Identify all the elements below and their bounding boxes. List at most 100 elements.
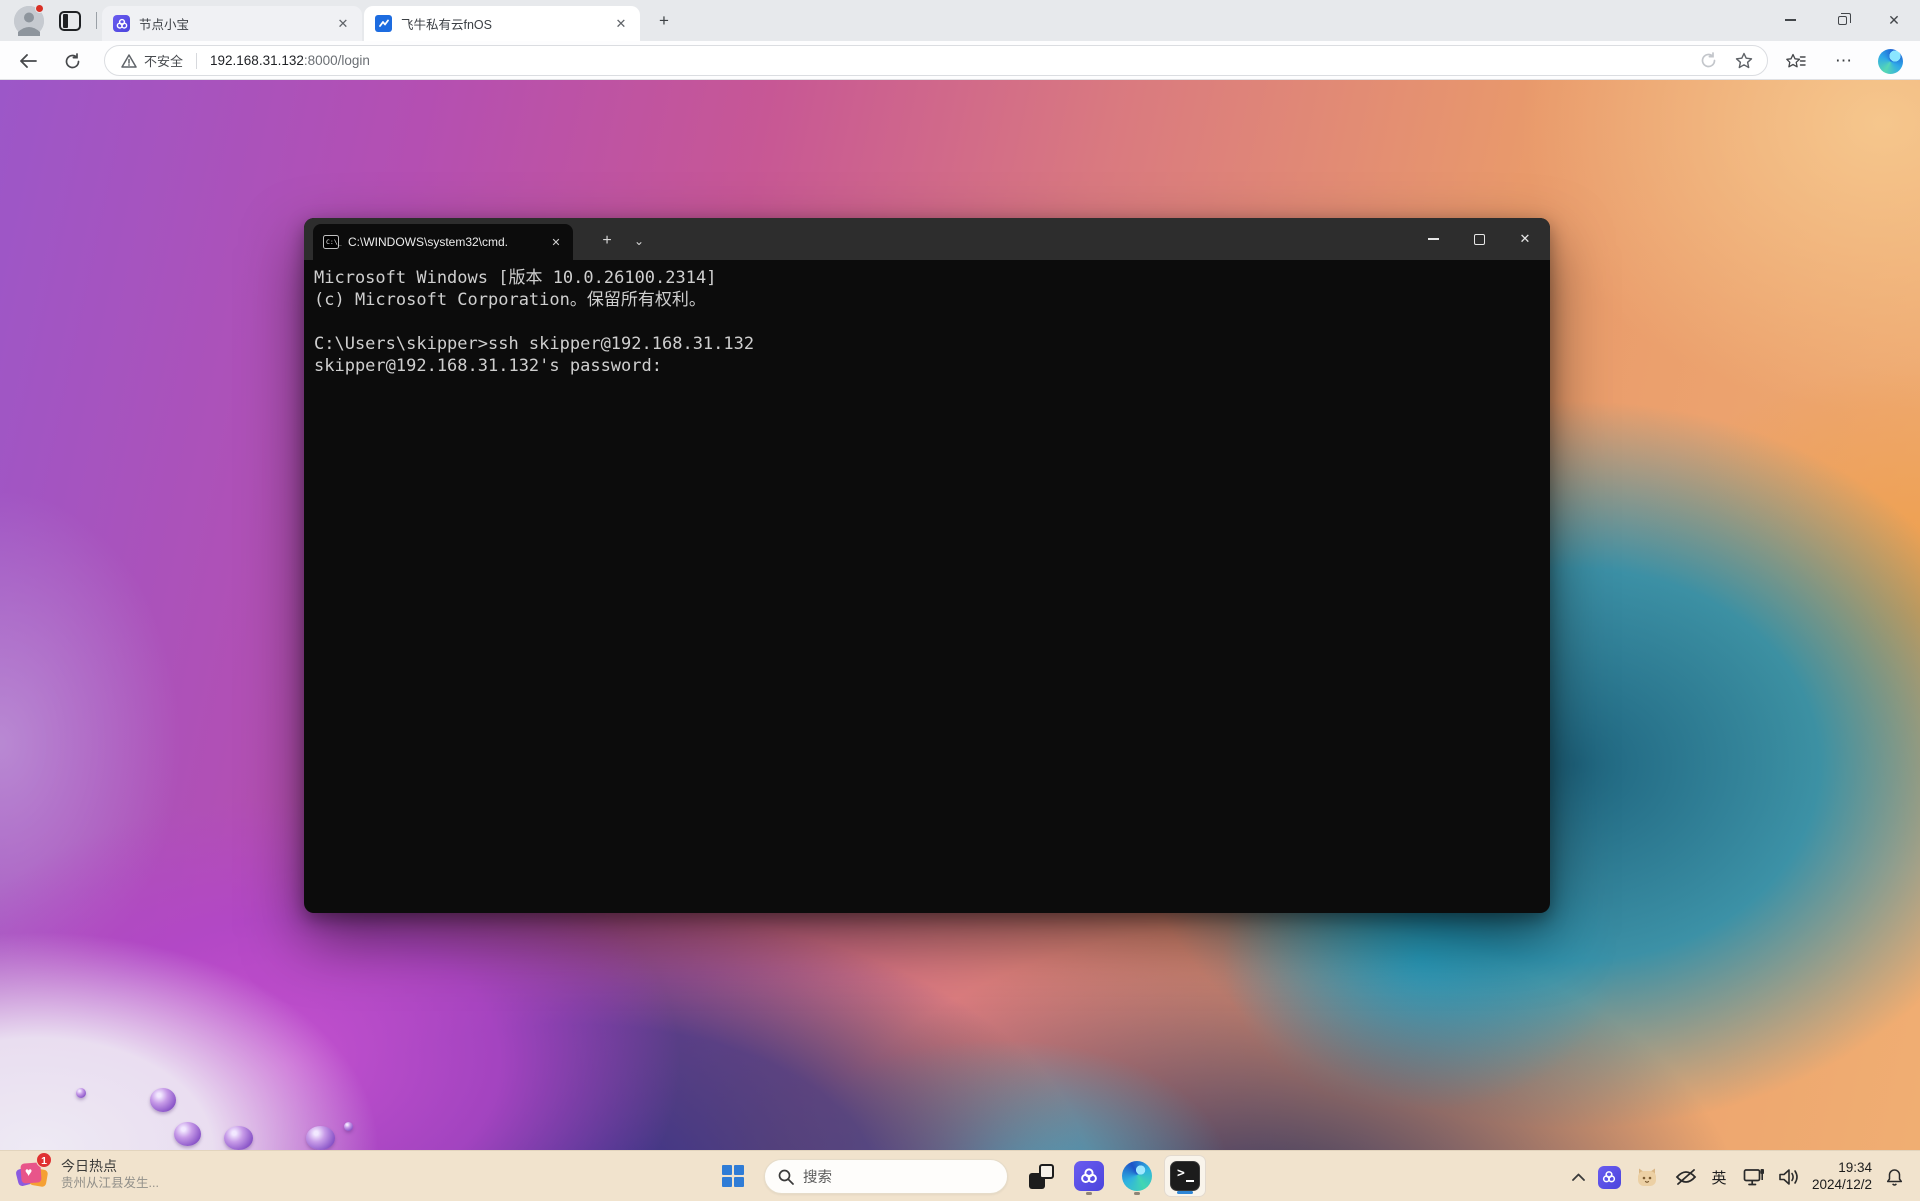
- task-view-icon: [1029, 1164, 1054, 1189]
- ime-language-indicator[interactable]: 英: [1706, 1163, 1732, 1191]
- new-tab-button[interactable]: +: [652, 9, 676, 33]
- minimize-icon: [1785, 19, 1796, 20]
- terminal-line: C:\Users\skipper>ssh skipper@192.168.31.…: [314, 333, 1540, 355]
- sync-disabled-icon[interactable]: [1700, 52, 1717, 69]
- tab-close-icon[interactable]: ✕: [612, 15, 630, 33]
- terminal-line: [314, 311, 1540, 333]
- terminal-line: skipper@192.168.31.132's password:: [314, 355, 1540, 377]
- back-arrow-icon: [19, 54, 37, 68]
- jiedianxiaobao-app-icon: [1074, 1161, 1104, 1191]
- terminal-window-controls: ✕: [1410, 218, 1548, 260]
- droplet: [150, 1088, 176, 1112]
- terminal-line: (c) Microsoft Corporation。保留所有权利。: [314, 289, 1540, 311]
- taskbar-app-terminal[interactable]: >: [1164, 1155, 1206, 1197]
- desktop: 节点小宝 ✕ 飞牛私有云fnOS ✕ + ✕: [0, 0, 1920, 1201]
- tab-separator: [96, 12, 97, 29]
- terminal-tab-dropdown-icon[interactable]: ⌄: [626, 226, 652, 256]
- tab-fnos[interactable]: 飞牛私有云fnOS ✕: [364, 6, 640, 41]
- not-secure-warning-icon: [121, 54, 137, 68]
- terminal-tab-close-icon[interactable]: ✕: [547, 236, 565, 249]
- clock-date: 2024/12/2: [1802, 1176, 1872, 1193]
- windows-logo-icon: [722, 1165, 744, 1187]
- url-host: 192.168.31.132: [210, 53, 304, 68]
- terminal-window: C:\_ C:\WINDOWS\system32\cmd. ✕ + ⌄ ✕ Mi…: [304, 218, 1550, 913]
- minimize-icon: [1428, 238, 1439, 239]
- running-indicator: [1134, 1192, 1140, 1195]
- bell-icon: [1886, 1168, 1903, 1186]
- taskbar: ♥ 1 今日热点 贵州从江县发生... 搜索: [0, 1150, 1920, 1201]
- volume-button[interactable]: [1774, 1163, 1804, 1191]
- ethernet-network-icon: [1743, 1168, 1765, 1187]
- terminal-tab-title: C:\WINDOWS\system32\cmd.: [348, 235, 541, 249]
- cmd-icon: C:\_: [323, 235, 339, 249]
- browser-close-button[interactable]: ✕: [1868, 0, 1920, 40]
- url-suffix: :8000/login: [304, 53, 370, 68]
- copilot-icon[interactable]: [1878, 49, 1903, 74]
- tray-jiedianxiaobao-icon[interactable]: [1596, 1163, 1622, 1191]
- terminal-output[interactable]: Microsoft Windows [版本 10.0.26100.2314] (…: [304, 260, 1550, 913]
- active-running-indicator: [1177, 1191, 1193, 1194]
- fnos-favicon-icon: [375, 15, 392, 32]
- task-view-button[interactable]: [1020, 1155, 1062, 1197]
- notifications-button[interactable]: [1880, 1163, 1908, 1191]
- security-label: 不安全: [144, 51, 183, 70]
- terminal-app-icon: >: [1170, 1161, 1200, 1191]
- browser-tab-bar: 节点小宝 ✕ 飞牛私有云fnOS ✕ + ✕: [0, 0, 1920, 41]
- start-button[interactable]: [712, 1155, 754, 1197]
- tray-show-hidden-icons-button[interactable]: [1566, 1163, 1590, 1191]
- droplet: [76, 1088, 86, 1098]
- terminal-title-bar[interactable]: C:\_ C:\WINDOWS\system32\cmd. ✕ + ⌄ ✕: [304, 218, 1550, 260]
- favorites-list-icon: [1786, 53, 1806, 70]
- heart-icon: ♥: [25, 1165, 32, 1179]
- news-widget-button[interactable]: ♥ 1 今日热点 贵州从江县发生...: [16, 1156, 159, 1192]
- droplet: [306, 1126, 335, 1150]
- browser-window-controls: ✕: [1764, 0, 1920, 40]
- address-separator: [196, 53, 197, 69]
- clock-time: 19:34: [1802, 1159, 1872, 1176]
- edge-icon: [1122, 1161, 1152, 1191]
- refresh-icon: [64, 53, 81, 70]
- tab-actions-icon[interactable]: [59, 11, 81, 31]
- terminal-maximize-button[interactable]: [1456, 218, 1502, 260]
- terminal-tab[interactable]: C:\_ C:\WINDOWS\system32\cmd. ✕: [313, 224, 573, 260]
- search-icon: [778, 1169, 794, 1185]
- taskbar-app-jiedianxiaobao[interactable]: [1068, 1155, 1110, 1197]
- news-badge: 1: [36, 1152, 52, 1168]
- news-widget-icon: ♥ 1: [16, 1156, 52, 1192]
- tray-hidden-status-icon[interactable]: [1672, 1163, 1700, 1191]
- tab-jiedianxiaobao[interactable]: 节点小宝 ✕: [102, 6, 362, 41]
- droplet: [344, 1122, 353, 1131]
- maximize-icon: [1474, 234, 1485, 245]
- news-title: 今日热点: [61, 1157, 159, 1175]
- taskbar-search-input[interactable]: 搜索: [764, 1159, 1008, 1194]
- pet-icon: [1636, 1167, 1658, 1187]
- tab-close-icon[interactable]: ✕: [334, 15, 352, 33]
- browser-minimize-button[interactable]: [1764, 0, 1816, 40]
- jiedianxiaobao-tray-icon: [1598, 1166, 1621, 1189]
- favorites-button[interactable]: [1782, 48, 1810, 74]
- refresh-button[interactable]: [58, 48, 86, 74]
- eye-slash-icon: [1675, 1169, 1697, 1185]
- taskbar-app-edge[interactable]: [1116, 1155, 1158, 1197]
- news-headline: 贵州从江县发生...: [61, 1175, 159, 1191]
- webpage-background: C:\_ C:\WINDOWS\system32\cmd. ✕ + ⌄ ✕ Mi…: [0, 80, 1920, 1150]
- address-bar[interactable]: 不安全 192.168.31.132:8000/login: [104, 45, 1768, 76]
- terminal-close-button[interactable]: ✕: [1502, 218, 1548, 260]
- speaker-icon: [1778, 1168, 1800, 1186]
- jiedianxiaobao-favicon-icon: [113, 15, 130, 32]
- tab-title: 节点小宝: [139, 14, 328, 33]
- terminal-new-tab-button[interactable]: +: [592, 226, 622, 256]
- droplet: [174, 1122, 201, 1146]
- back-button[interactable]: [14, 48, 42, 74]
- tray-pet-icon[interactable]: [1634, 1163, 1660, 1191]
- terminal-minimize-button[interactable]: [1410, 218, 1456, 260]
- browser-restore-button[interactable]: [1816, 0, 1868, 40]
- tab-title: 飞牛私有云fnOS: [401, 14, 606, 33]
- clock[interactable]: 19:34 2024/12/2: [1802, 1159, 1872, 1193]
- network-status-button[interactable]: [1740, 1163, 1768, 1191]
- browser-menu-button[interactable]: ⋯: [1830, 48, 1858, 74]
- chevron-up-icon: [1572, 1173, 1585, 1181]
- favorite-star-icon[interactable]: [1735, 52, 1753, 69]
- terminal-line: Microsoft Windows [版本 10.0.26100.2314]: [314, 267, 1540, 289]
- restore-icon: [1838, 16, 1847, 25]
